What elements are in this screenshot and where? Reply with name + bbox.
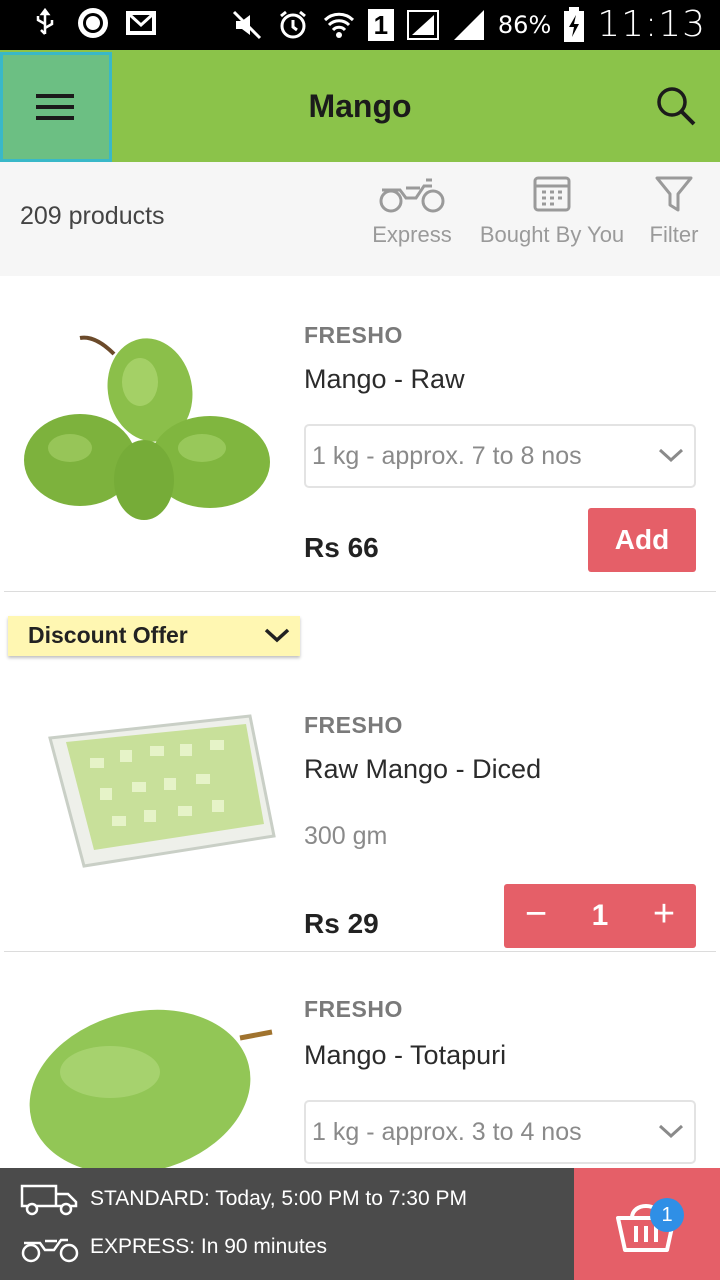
delivery-bar: STANDARD: Today, 5:00 PM to 7:30 PM EXPR… [0,1168,720,1280]
calendar-icon [533,176,571,212]
product-name[interactable]: Raw Mango - Diced [304,754,541,785]
quantity-value: 1 [591,899,609,932]
status-bar: 1 86% 11:13 [0,0,720,50]
product-price: Rs 29 [304,908,379,939]
truck-icon [20,1184,78,1216]
signal-strength-icon [453,9,484,40]
product-name[interactable]: Mango - Raw [304,364,465,395]
standard-delivery-text: STANDARD: Today, 5:00 PM to 7:30 PM [90,1187,467,1210]
standard-delivery: STANDARD: Today, 5:00 PM to 7:30 PM [20,1182,467,1216]
discount-offer-tag[interactable]: Discount Offer [8,616,300,656]
usb-icon [36,7,54,35]
chevron-down-icon [658,1124,684,1139]
hamburger-icon [36,94,74,120]
product-price: Rs 66 [304,532,379,563]
gmail-icon [126,11,156,35]
filter-button[interactable]: Filter [646,174,702,248]
filter-bar: 209 products Express Bought By You Filte… [0,162,720,276]
product-image [24,335,270,520]
battery-charging-icon [564,6,585,42]
bought-by-you-filter[interactable]: Bought By You [474,174,630,248]
product-brand: FRESHO [304,712,403,738]
record-icon [78,8,108,38]
product-image [29,1009,273,1172]
express-filter-label: Express [372,222,452,247]
funnel-icon [655,176,693,212]
product-list: FRESHO Mango - Raw 1 kg - approx. 7 to 8… [4,276,716,1212]
filter-label: Filter [649,222,699,247]
pack-size-select[interactable]: 1 kg - approx. 7 to 8 nos [304,424,696,488]
quantity-stepper: − 1 + [504,884,696,948]
express-delivery-text: EXPRESS: In 90 minutes [90,1235,327,1258]
pack-size: 300 gm [304,822,388,850]
sim-indicator: 1 [367,8,394,41]
chevron-down-icon [658,448,684,463]
express-delivery: EXPRESS: In 90 minutes [20,1230,327,1264]
pack-size-value: 1 kg - approx. 3 to 4 nos [312,1118,582,1146]
pack-size-value: 1 kg - approx. 7 to 8 nos [312,442,582,470]
product-brand: FRESHO [304,996,403,1022]
clock: 11:13 [597,4,706,45]
cart-count-badge: 1 [650,1198,684,1232]
cart-button[interactable]: 1 [574,1168,720,1280]
express-filter[interactable]: Express [370,174,454,248]
increase-quantity-button[interactable]: + [632,884,696,948]
motorcycle-icon [379,178,445,213]
product-brand: FRESHO [304,322,403,348]
pack-size-select[interactable]: 1 kg - approx. 3 to 4 nos [304,1100,696,1164]
bought-by-you-label: Bought By You [479,222,625,247]
battery-percent: 86% [497,10,552,39]
wifi-icon [323,12,354,38]
alarm-icon [279,10,306,38]
mute-icon [232,10,261,39]
chevron-down-icon [264,628,290,643]
decrease-quantity-button[interactable]: − [504,884,568,948]
product-count: 209 products [20,202,165,230]
product-name[interactable]: Mango - Totapuri [304,1040,506,1071]
product-image [48,714,276,868]
signal-icon [406,9,439,40]
add-button[interactable]: Add [588,508,696,572]
discount-offer-label: Discount Offer [28,622,188,648]
search-icon[interactable] [654,84,698,128]
product-card: FRESHO Mango - Raw 1 kg - approx. 7 to 8… [4,276,716,592]
product-card: Discount Offer FRESHO Raw Mango - Diced … [4,592,716,952]
motorcycle-icon [21,1238,79,1263]
menu-button[interactable] [0,52,112,162]
app-bar: Mango [0,50,720,162]
